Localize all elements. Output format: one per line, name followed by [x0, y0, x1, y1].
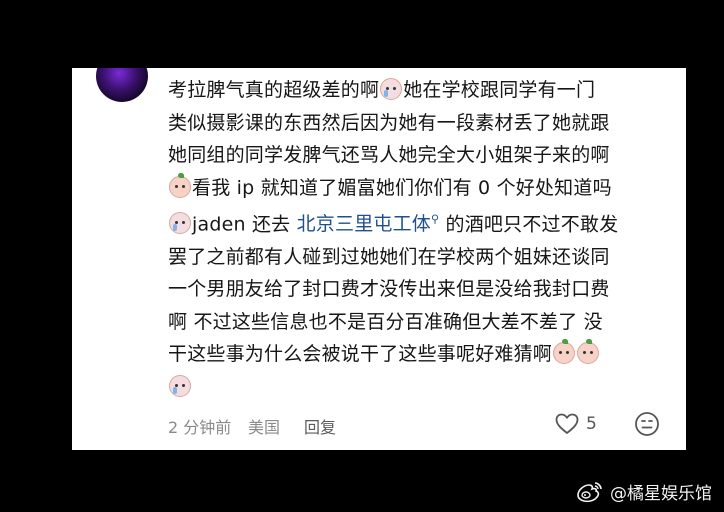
screenshot-frame: 考拉脾气真的超级差的啊 她在学校跟同学有一门 类似摄影课的东西然后因为她有一段素材…: [0, 0, 724, 512]
cry-emoji-icon: [169, 374, 191, 397]
heart-icon: [555, 413, 579, 434]
comment-line: 一个男朋友给了封口费才没传出来但是没给我封口费: [168, 278, 610, 301]
comment-line: 看我 ip 就知道了媚富她们你们有 0 个好处知道吗: [168, 172, 668, 205]
comment-line: 罢了之前都有人碰到过她她们在学校两个姐妹还谈同: [168, 245, 610, 268]
timestamp: 2 分钟前: [168, 418, 232, 437]
neutral-face-icon: [635, 412, 659, 436]
weibo-icon: [577, 481, 602, 502]
comment-line: jaden 还去 北京三里屯工体⚲ 的酒吧只不过不敢发: [168, 204, 668, 241]
comment-line: [168, 371, 668, 404]
comment-line: 她同组的同学发脾气还骂人她完全大小姐架子来的啊: [168, 144, 610, 166]
dislike-button[interactable]: [634, 411, 660, 441]
reply-button[interactable]: 回复: [304, 414, 336, 438]
search-icon: ⚲: [431, 213, 440, 226]
cry-emoji-icon: [380, 78, 403, 100]
location-link[interactable]: 北京三里屯工体⚲: [297, 213, 440, 235]
comment-line: 考拉脾气真的超级差的啊 她在学校跟同学有一门: [168, 78, 596, 101]
like-button[interactable]: 5: [554, 412, 597, 436]
comment-line: 干这些事为什么会被说干了这些事呢好难猜啊: [168, 338, 668, 371]
watermark: @橘星娱乐馆: [574, 479, 712, 504]
like-count: 5: [586, 414, 597, 434]
watermark-text: @橘星娱乐馆: [610, 484, 712, 504]
avatar[interactable]: [96, 68, 148, 102]
peach-emoji-icon: [577, 339, 600, 365]
comment-line: 类似摄影课的东西然后因为她有一段素材丢了她就跟: [168, 111, 610, 134]
comment-text: 考拉脾气真的超级差的啊 她在学校跟同学有一门 类似摄影课的东西然后因为她有一段素材…: [168, 74, 668, 403]
cry-emoji-icon: [169, 212, 191, 235]
peach-emoji-icon: [169, 172, 191, 198]
ip-location: 美国: [248, 418, 281, 437]
peach-emoji-icon: [553, 339, 576, 365]
comment-card: 考拉脾气真的超级差的啊 她在学校跟同学有一门 类似摄影课的东西然后因为她有一段素材…: [72, 68, 686, 450]
comment-footer: 2 分钟前 美国 回复 5: [168, 412, 668, 438]
comment-line: 啊 不过这些信息也不是百分百准确但大差不差了 没: [168, 310, 603, 333]
